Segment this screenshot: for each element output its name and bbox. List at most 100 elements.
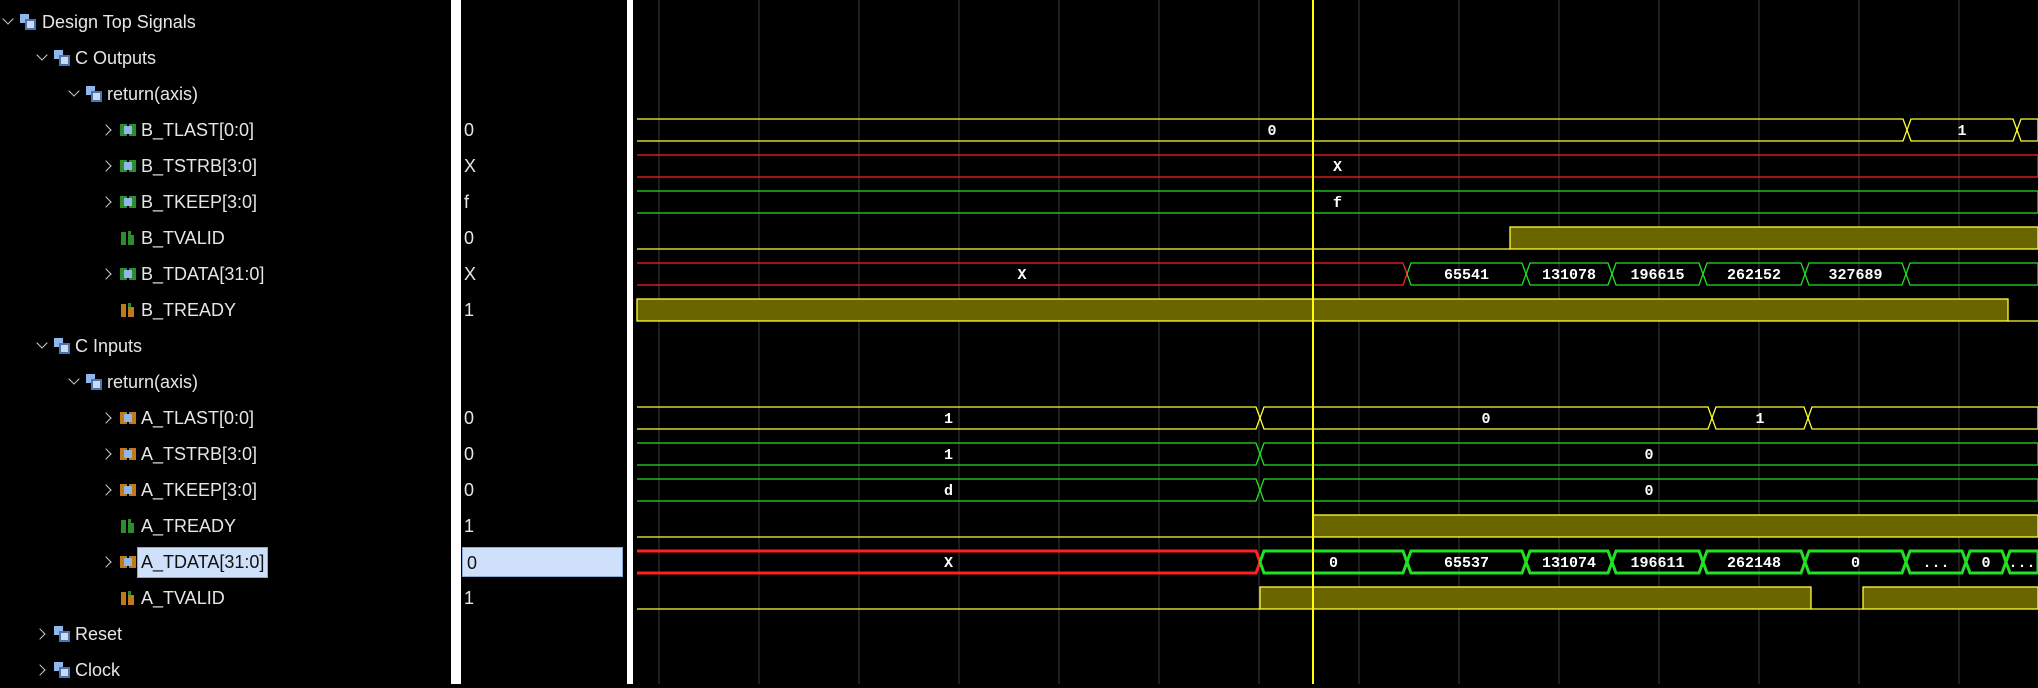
signal-value: 0	[464, 408, 475, 428]
signal-name-label: A_TLAST[0:0]	[141, 408, 255, 428]
tree-row-in-return-axis[interactable]: return(axis)	[0, 364, 451, 400]
tree-row-b-tvalid[interactable]: B_TVALID	[0, 220, 451, 256]
tree-row-reset[interactable]: Reset	[0, 616, 451, 652]
scope-icon	[54, 662, 70, 678]
bus-out-icon	[120, 122, 136, 138]
chevron-right-icon[interactable]	[102, 184, 116, 220]
scope-icon	[54, 338, 70, 354]
value-row-clock[interactable]	[461, 652, 627, 688]
value-row-in-return-axis[interactable]	[461, 364, 627, 400]
bus-value-label: 1	[944, 447, 953, 464]
bus-segment	[2016, 118, 2038, 142]
tree-row-c-inputs[interactable]: C Inputs	[0, 328, 451, 364]
tree-row-out-return-axis[interactable]: return(axis)	[0, 76, 451, 112]
chevron-right-icon[interactable]	[102, 112, 116, 148]
signal-value-column: 0 Xf 0 X 1 0 0 0 1 0 1	[461, 0, 627, 684]
value-row-a-tdata[interactable]: 0	[461, 544, 627, 580]
chevron-right-icon[interactable]	[102, 472, 116, 508]
signal-name-tree: Design Top Signals C Outputs return(axis) B…	[0, 0, 451, 684]
tree-row-b-tkeep[interactable]: B_TKEEP[3:0]	[0, 184, 451, 220]
chevron-right-icon[interactable]	[36, 652, 50, 688]
bus-value-label: 262148	[1727, 555, 1781, 572]
tree-row-a-tdata[interactable]: A_TDATA[31:0]	[0, 544, 451, 580]
bus-value-label: 0	[1329, 555, 1338, 572]
signal-name-label: Design Top Signals	[42, 12, 196, 32]
bit-out-icon	[120, 230, 136, 246]
value-row-a-tkeep[interactable]: 0	[461, 472, 627, 508]
bus-in-icon	[120, 554, 136, 570]
chevron-down-icon[interactable]	[68, 364, 82, 400]
chevron-down-icon[interactable]	[36, 328, 50, 364]
value-row-b-tkeep[interactable]: f	[461, 184, 627, 220]
bit-high-segment	[1312, 514, 2038, 538]
signal-value: 1	[464, 588, 475, 608]
value-row-a-tstrb[interactable]: 0	[461, 436, 627, 472]
chevron-right-icon[interactable]	[102, 148, 116, 184]
bit-out-icon	[120, 518, 136, 534]
tree-row-a-tvalid[interactable]: A_TVALID	[0, 580, 451, 616]
signal-value: 0	[464, 228, 475, 248]
bus-value-label: 1	[944, 411, 953, 428]
value-row-design-top[interactable]	[461, 4, 627, 40]
tree-row-clock[interactable]: Clock	[0, 652, 451, 688]
bus-in-icon	[120, 410, 136, 426]
bus-out-icon	[120, 158, 136, 174]
value-row-reset[interactable]	[461, 616, 627, 652]
value-row-b-tready[interactable]: 1	[461, 292, 627, 328]
value-row-b-tstrb[interactable]: X	[461, 148, 627, 184]
chevron-right-icon[interactable]	[102, 544, 116, 580]
bus-value-label: 0	[1644, 483, 1653, 500]
chevron-down-icon[interactable]	[68, 76, 82, 112]
scope-icon	[54, 626, 70, 642]
tree-row-b-tready[interactable]: B_TREADY	[0, 292, 451, 328]
value-row-c-outputs[interactable]	[461, 40, 627, 76]
signal-name-label: B_TLAST[0:0]	[141, 120, 255, 140]
value-row-b-tlast[interactable]: 0	[461, 112, 627, 148]
tree-row-a-tready[interactable]: A_TREADY	[0, 508, 451, 544]
tree-row-b-tlast[interactable]: B_TLAST[0:0]	[0, 112, 451, 148]
value-row-a-tready[interactable]: 1	[461, 508, 627, 544]
bit-high-segment	[636, 298, 2009, 322]
pane-splitter[interactable]	[451, 0, 461, 684]
tree-row-a-tstrb[interactable]: A_TSTRB[3:0]	[0, 436, 451, 472]
signal-name-label: Reset	[75, 624, 123, 644]
signal-name-label: A_TSTRB[3:0]	[141, 444, 258, 464]
bus-value-label: ...	[1922, 555, 1949, 572]
chevron-down-icon[interactable]	[36, 40, 50, 76]
value-row-c-inputs[interactable]	[461, 328, 627, 364]
value-row-b-tdata[interactable]: X	[461, 256, 627, 292]
tree-row-b-tstrb[interactable]: B_TSTRB[3:0]	[0, 148, 451, 184]
value-row-a-tlast[interactable]: 0	[461, 400, 627, 436]
signal-name-label: return(axis)	[107, 372, 199, 392]
signal-name-label: B_TKEEP[3:0]	[141, 192, 258, 212]
bus-value-label: 131078	[1542, 267, 1596, 284]
tree-row-a-tlast[interactable]: A_TLAST[0:0]	[0, 400, 451, 436]
bus-out-icon	[120, 194, 136, 210]
waveform-canvas[interactable]: 0 1 Xf X 65541 131078 196615 262152 327689 1 0 1 1 0 d…	[633, 0, 2038, 684]
bus-value-label: 0	[1981, 555, 1990, 572]
chevron-right-icon[interactable]	[102, 436, 116, 472]
value-row-b-tvalid[interactable]: 0	[461, 220, 627, 256]
tree-row-c-outputs[interactable]: C Outputs	[0, 40, 451, 76]
chevron-right-icon[interactable]	[102, 256, 116, 292]
tree-row-b-tdata[interactable]: B_TDATA[31:0]	[0, 256, 451, 292]
signal-name-label: A_TDATA[31:0]	[137, 547, 269, 578]
chevron-right-icon[interactable]	[102, 400, 116, 436]
signal-value: f	[464, 192, 470, 212]
signal-name-label: B_TDATA[31:0]	[141, 264, 265, 284]
signal-name-label: C Outputs	[75, 48, 157, 68]
tree-row-design-top[interactable]: Design Top Signals	[0, 4, 451, 40]
bus-value-label: X	[944, 555, 953, 572]
bus-value-label: X	[1017, 267, 1026, 284]
chevron-down-icon[interactable]	[2, 4, 16, 40]
chevron-right-icon[interactable]	[36, 616, 50, 652]
signal-name-label: return(axis)	[107, 84, 199, 104]
bus-value-label: f	[1333, 195, 1342, 212]
tree-row-a-tkeep[interactable]: A_TKEEP[3:0]	[0, 472, 451, 508]
bus-value-label: 65537	[1444, 555, 1489, 572]
waveform-viewer[interactable]: 0 1 Xf X 65541 131078 196615 262152 327689 1 0 1 1 0 d…	[633, 0, 2038, 684]
value-row-a-tvalid[interactable]: 1	[461, 580, 627, 616]
bus-value-label: 0	[1644, 447, 1653, 464]
signal-value: 0	[462, 547, 623, 577]
value-row-out-return-axis[interactable]	[461, 76, 627, 112]
